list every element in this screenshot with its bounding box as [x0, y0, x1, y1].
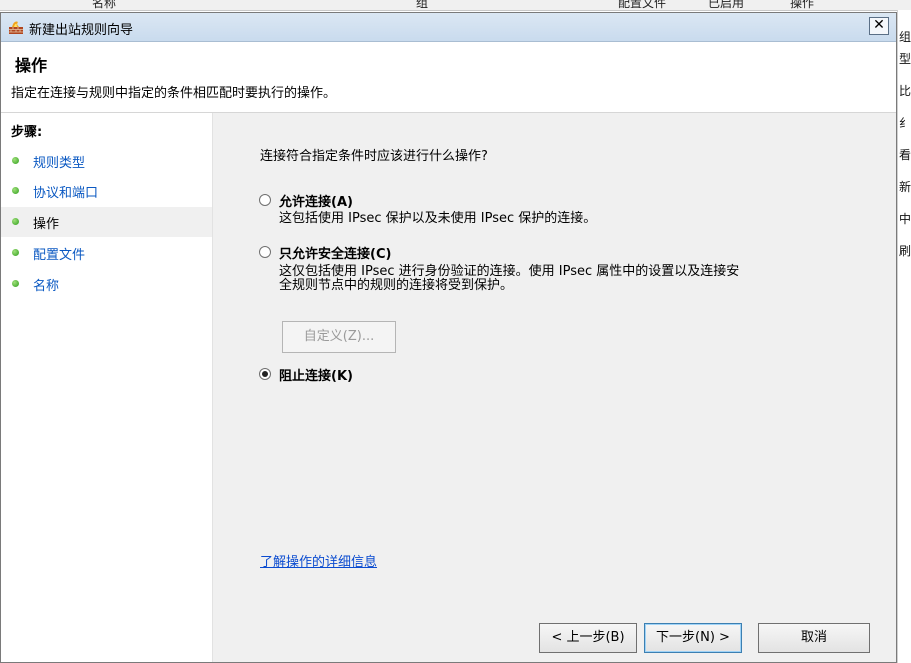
step-bullet-icon: [12, 157, 19, 164]
bg-edge-char: 刷: [899, 244, 911, 258]
close-button[interactable]: ✕: [869, 17, 889, 35]
bg-edge-char: 中: [899, 212, 911, 226]
bg-column-group: 组: [416, 0, 429, 10]
action-question: 连接符合指定条件时应该进行什么操作?: [260, 149, 488, 164]
background-window-header: 名称 组 配置文件 已启用 操作: [0, 0, 911, 11]
step-bullet-icon: [12, 218, 19, 225]
block-connection-label[interactable]: 阻止连接(K): [279, 365, 353, 384]
bg-edge-char: 组: [899, 30, 911, 44]
bg-column-profile: 配置文件: [618, 0, 667, 10]
allow-secure-radio[interactable]: [259, 246, 271, 258]
background-window-right-edge: 组 型 比 纟 看 新 中 刷: [897, 10, 911, 663]
bg-column-action: 操作: [790, 0, 815, 10]
block-connection-radio[interactable]: [259, 368, 271, 380]
page-title: 操作: [15, 56, 48, 75]
learn-more-link[interactable]: 了解操作的详细信息: [260, 551, 377, 570]
step-action[interactable]: 操作: [1, 207, 212, 237]
next-button[interactable]: 下一步(N) >: [644, 623, 742, 653]
window-title: 新建出站规则向导: [29, 23, 134, 38]
customize-button[interactable]: 自定义(Z)...: [282, 321, 396, 353]
step-bullet-icon: [12, 187, 19, 194]
step-name[interactable]: 名称: [1, 269, 212, 299]
new-outbound-rule-wizard: 新建出站规则向导 ✕ 操作 指定在连接与规则中指定的条件相匹配时要执行的操作。 …: [0, 12, 897, 663]
page-description: 指定在连接与规则中指定的条件相匹配时要执行的操作。: [11, 86, 337, 101]
step-bullet-icon: [12, 280, 19, 287]
step-label: 操作: [33, 217, 60, 232]
wizard-header: 操作 指定在连接与规则中指定的条件相匹配时要执行的操作。: [1, 42, 896, 113]
step-label: 配置文件: [33, 248, 86, 263]
steps-sidebar: 步骤: 规则类型 协议和端口 操作 配置文件 名称: [1, 113, 213, 662]
content-panel: 连接符合指定条件时应该进行什么操作? 允许连接(A) 这包括使用 IPsec 保…: [213, 113, 896, 662]
firewall-icon: [9, 21, 23, 34]
allow-secure-label[interactable]: 只允许安全连接(C): [279, 243, 391, 262]
bg-edge-char: 比: [899, 84, 911, 98]
allow-secure-description-line2: 全规则节点中的规则的连接将受到保护。: [279, 278, 514, 293]
allow-connection-description: 这包括使用 IPsec 保护以及未使用 IPsec 保护的连接。: [279, 211, 597, 226]
allow-connection-radio[interactable]: [259, 194, 271, 206]
bg-edge-char: 型: [899, 52, 911, 66]
steps-title: 步骤:: [11, 125, 43, 140]
cancel-button[interactable]: 取消: [758, 623, 870, 653]
step-bullet-icon: [12, 249, 19, 256]
step-label: 名称: [33, 279, 60, 294]
allow-secure-description-line1: 这仅包括使用 IPsec 进行身份验证的连接。使用 IPsec 属性中的设置以及…: [279, 264, 740, 279]
step-profile[interactable]: 配置文件: [1, 238, 212, 268]
bg-column-name: 名称: [92, 0, 117, 10]
step-protocol-ports[interactable]: 协议和端口: [1, 176, 212, 206]
bg-edge-char: 新: [899, 180, 911, 194]
bg-edge-char: 看: [899, 148, 911, 162]
bg-column-enabled: 已启用: [708, 0, 745, 10]
step-label: 协议和端口: [33, 186, 99, 201]
step-label: 规则类型: [33, 156, 86, 171]
back-button[interactable]: < 上一步(B): [539, 623, 637, 653]
allow-connection-label[interactable]: 允许连接(A): [279, 191, 353, 210]
title-bar[interactable]: 新建出站规则向导 ✕: [1, 13, 896, 42]
bg-edge-char: 纟: [899, 116, 911, 130]
step-rule-type[interactable]: 规则类型: [1, 146, 212, 176]
